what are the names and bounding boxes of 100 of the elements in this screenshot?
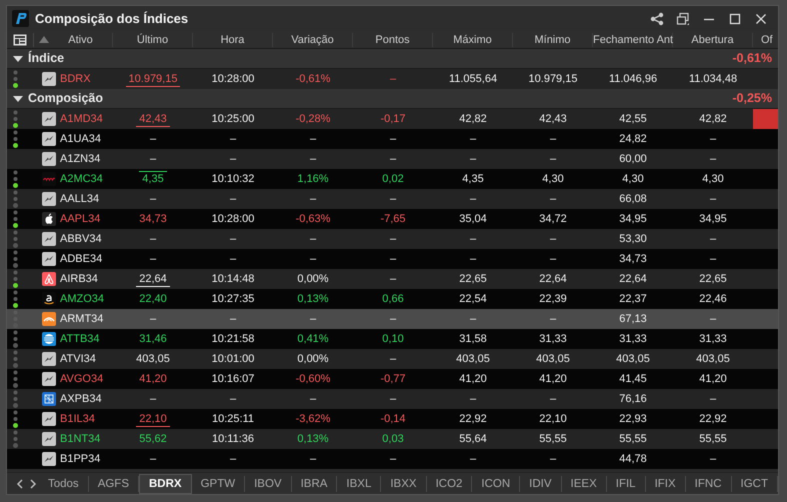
- table-row[interactable]: AAPL34 34,73 10:28:00 -0,63% -7,65 35,04 34,72 34,95 34,95: [7, 209, 778, 229]
- table-cell-text: 0,00%: [296, 272, 330, 287]
- column-header[interactable]: Abertura: [673, 32, 753, 46]
- table-row[interactable]: AALL34 – – – – – – 66,08 –: [7, 189, 778, 209]
- tab[interactable]: IFIL: [606, 476, 646, 492]
- ticker-cell-text: ARMT34: [60, 312, 104, 327]
- table-cell-text: –: [548, 232, 558, 247]
- table-row[interactable]: AMZO34 22,40 10:27:35 0,13% 0,66 22,54 22,39 22,37 22,46: [7, 289, 778, 309]
- column-header[interactable]: Máximo: [433, 32, 513, 46]
- app-logo-icon: [12, 10, 29, 27]
- table-cell-text: 31,33: [698, 332, 728, 347]
- table-row[interactable]: ATTB34 31,46 10:21:58 0,41% 0,10 31,58 31,33 31,33 31,33: [7, 329, 778, 349]
- table-cell-text: –: [468, 232, 478, 247]
- table-cell-text: –: [548, 152, 558, 167]
- table-cell-text: –: [228, 252, 238, 267]
- table-cell-text: 403,05: [615, 352, 651, 367]
- ticker-cell-text: AMZO34: [60, 292, 104, 307]
- table-cell-text: 22,39: [538, 292, 568, 307]
- table-row[interactable]: B1PP34 – – – – – – 44,78 –: [7, 449, 778, 469]
- column-header[interactable]: Último: [113, 32, 193, 46]
- table-cell-text: –: [708, 452, 718, 467]
- table-cell-text: 53,30: [618, 232, 648, 247]
- tab[interactable]: GPTW: [192, 476, 246, 492]
- column-header[interactable]: Pontos: [353, 32, 433, 46]
- last-price-cell: 34,73: [139, 212, 167, 226]
- last-price-cell: 403,05: [136, 352, 170, 366]
- table-cell-text: 0,02: [381, 172, 405, 187]
- last-price-cell: 22,10: [136, 412, 170, 427]
- table-cell-text: 10.979,15: [528, 72, 578, 87]
- ticker-cell-text: B1PP34: [60, 452, 100, 467]
- ticker-cell-text: ATTB34: [60, 332, 100, 347]
- table-cell-text: 22,10: [538, 412, 568, 427]
- column-header[interactable]: Fechamento Ant: [593, 32, 673, 46]
- tab[interactable]: IBOV: [245, 476, 292, 492]
- column-header[interactable]: Variação: [273, 32, 353, 46]
- column-header[interactable]: Hora: [193, 32, 273, 46]
- last-price-cell: 55,62: [139, 432, 167, 446]
- table-row[interactable]: ADBE34 – – – – – – 34,73 –: [7, 249, 778, 269]
- table-row[interactable]: B1NT34 55,62 10:11:36 0,13% 0,03 55,64 55,55 55,55 55,55: [7, 429, 778, 449]
- table-cell-text: -3,62%: [294, 412, 332, 427]
- group-header[interactable]: Composição -0,25%: [7, 89, 778, 109]
- ticker-cell-text: ADBE34: [60, 252, 102, 267]
- table-cell-text: 4,30: [701, 172, 725, 187]
- tab[interactable]: IDIV: [520, 476, 562, 492]
- table-row[interactable]: AVGO34 41,20 10:16:07 -0,60% -0,77 41,20 41,20 41,45 41,20: [7, 369, 778, 389]
- table-cell-text: -0,77: [379, 372, 407, 387]
- table-cell-text: 31,33: [538, 332, 568, 347]
- table-row[interactable]: ATVI34 403,05 10:01:00 0,00% – 403,05 403,05 403,05 403,05: [7, 349, 778, 369]
- table-cell-text: 42,82: [698, 112, 728, 127]
- tab[interactable]: BDRX: [139, 474, 192, 494]
- column-header[interactable]: Mínimo: [513, 32, 593, 46]
- table-cell-text: –: [228, 312, 238, 327]
- ticker-cell-text: BDRX: [60, 72, 91, 87]
- table-row[interactable]: AIRB34 22,64 10:14:48 0,00% – 22,65 22,64 22,64 22,65: [7, 269, 778, 289]
- table-row[interactable]: A1ZN34 – – – – – – 60,00 –: [7, 149, 778, 169]
- table-cell-text: 4,35: [461, 172, 485, 187]
- table-cell-text: 10:10:32: [210, 172, 256, 187]
- table-cell-text: 41,20: [458, 372, 488, 387]
- last-price-cell: 22,64: [136, 272, 170, 287]
- group-header[interactable]: Índice -0,61%: [7, 49, 778, 69]
- tab[interactable]: ICO2: [426, 476, 472, 492]
- table-row[interactable]: BDRX 10.979,15 10:28:00 -0,61% – 11.055,64 10.979,15 11.046,96 11.034,48: [7, 69, 778, 89]
- table-cell-text: –: [548, 392, 558, 407]
- table-cell-text: –: [308, 252, 318, 267]
- column-header[interactable]: Ativo: [49, 32, 113, 46]
- table-row[interactable]: A2MC34 4,35 10:10:32 1,16% 0,02 4,35 4,30 4,30 4,30: [7, 169, 778, 189]
- table-row[interactable]: AXPB34 – – – – – – 76,16 –: [7, 389, 778, 409]
- tab[interactable]: IBXX: [381, 476, 427, 492]
- tab[interactable]: IBXL: [337, 476, 382, 492]
- tab[interactable]: IEEX: [562, 476, 607, 492]
- tab[interactable]: IFIX: [646, 476, 686, 492]
- tab[interactable]: Todos: [39, 476, 89, 492]
- last-price-cell: 22,40: [139, 292, 167, 306]
- ticker-cell-text: A1UA34: [60, 132, 101, 147]
- table-row[interactable]: A1MD34 42,43 10:25:00 -0,28% -0,17 42,82 42,43 42,55 42,82: [7, 109, 778, 129]
- table-row[interactable]: B1IL34 22,10 10:25:11 -3,62% -0,14 22,92 22,10 22,93 22,92: [7, 409, 778, 429]
- table-cell-text: 22,37: [618, 292, 648, 307]
- column-header[interactable]: Of: [753, 32, 778, 46]
- table-cell-text: 0,66: [381, 292, 405, 307]
- table-cell-text: 60,00: [618, 152, 648, 167]
- tab[interactable]: IBRA: [292, 476, 338, 492]
- tab[interactable]: IFNC: [686, 476, 732, 492]
- table-row[interactable]: ARMT34 – – – – – – 67,13 –: [7, 309, 778, 329]
- last-price-cell: –: [150, 152, 156, 166]
- tab[interactable]: IGCT: [732, 476, 778, 492]
- table-cell-text: 22,65: [458, 272, 488, 287]
- table-cell-text: 10:25:00: [210, 112, 256, 127]
- last-price-cell: –: [150, 192, 156, 206]
- table-cell-text: 55,55: [618, 432, 648, 447]
- table-cell-text: 22,92: [458, 412, 488, 427]
- table-cell-text: 35,04: [458, 212, 488, 227]
- table-row[interactable]: A1UA34 – – – – – – 24,82 –: [7, 129, 778, 149]
- table-cell-text: –: [708, 132, 718, 147]
- table-row[interactable]: ABBV34 – – – – – – 53,30 –: [7, 229, 778, 249]
- tab[interactable]: ICON: [472, 476, 520, 492]
- table-cell-text: 10:25:11: [210, 412, 255, 427]
- table-cell-text: –: [388, 152, 398, 167]
- group-change: -0,61%: [732, 50, 772, 68]
- last-price-cell: –: [150, 132, 156, 146]
- table-cell-text: –: [308, 132, 318, 147]
